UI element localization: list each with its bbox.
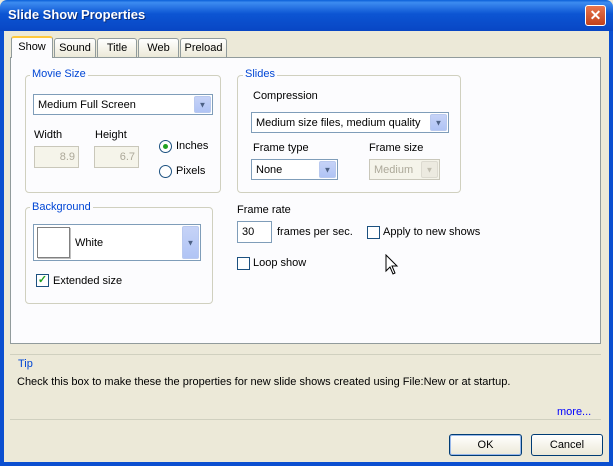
compression-label: Compression — [253, 90, 318, 102]
frame-size-value: Medium — [374, 163, 414, 176]
mouse-cursor-icon — [385, 254, 399, 275]
close-icon: ✕ — [589, 7, 602, 23]
pixels-radio[interactable] — [159, 165, 172, 178]
loop-show-checkbox[interactable] — [237, 257, 250, 270]
background-color-select[interactable]: White ▼ — [33, 224, 201, 261]
color-swatch — [37, 227, 70, 258]
frame-rate-unit: frames per sec. — [277, 226, 353, 238]
tip-legend: Tip — [16, 358, 35, 370]
background-color-value: White — [75, 237, 104, 249]
tab-label: Preload — [184, 42, 223, 54]
tab-label: Sound — [59, 42, 91, 54]
compression-select[interactable]: Medium size files, medium quality ▼ — [251, 112, 449, 133]
compression-value: Medium size files, medium quality — [256, 116, 421, 129]
slides-legend: Slides — [243, 68, 277, 80]
tab-sound[interactable]: Sound — [54, 38, 96, 57]
close-button[interactable]: ✕ — [585, 5, 606, 26]
height-field[interactable]: 6.7 — [94, 146, 139, 168]
tab-web[interactable]: Web — [138, 38, 179, 57]
frame-rate-field[interactable]: 30 — [237, 221, 272, 243]
chevron-down-icon[interactable]: ▼ — [319, 161, 336, 178]
check-icon: ✓ — [37, 274, 48, 286]
width-label: Width — [34, 129, 63, 141]
cancel-button[interactable]: Cancel — [531, 434, 603, 456]
frame-type-select[interactable]: None ▼ — [251, 159, 338, 180]
frame-size-label: Frame size — [369, 142, 424, 154]
tab-title[interactable]: Title — [97, 38, 137, 57]
radio-selected-dot — [163, 144, 168, 149]
chevron-down-icon[interactable]: ▼ — [194, 96, 211, 113]
apply-to-new-shows-checkbox[interactable] — [367, 226, 380, 239]
width-field[interactable]: 8.9 — [34, 146, 79, 168]
inches-label: Inches — [176, 140, 209, 152]
movie-size-value: Medium Full Screen — [38, 98, 136, 111]
window-title: Slide Show Properties — [8, 7, 146, 22]
frame-rate-label: Frame rate — [237, 204, 291, 216]
chevron-down-icon[interactable]: ▼ — [430, 114, 447, 131]
tip-text: Check this box to make these the propert… — [17, 376, 511, 388]
chevron-down-icon[interactable]: ▼ — [182, 226, 199, 259]
tab-label: Web — [147, 42, 170, 54]
ok-button[interactable]: OK — [449, 434, 522, 456]
pixels-label: Pixels — [176, 165, 206, 177]
apply-to-new-shows-label: Apply to new shows — [383, 226, 481, 238]
tab-preload[interactable]: Preload — [180, 38, 227, 57]
tab-show[interactable]: Show — [11, 36, 53, 58]
frame-size-select[interactable]: Medium ▼ — [369, 159, 440, 180]
more-link[interactable]: more... — [557, 406, 591, 418]
tab-label: Title — [106, 42, 128, 54]
tab-label: Show — [18, 41, 46, 53]
extended-size-checkbox[interactable]: ✓ — [36, 274, 49, 287]
background-legend: Background — [30, 201, 93, 213]
frame-type-value: None — [256, 163, 283, 176]
inches-radio[interactable] — [159, 140, 172, 153]
chevron-down-icon[interactable]: ▼ — [421, 161, 438, 178]
extended-size-label: Extended size — [53, 275, 123, 287]
frame-type-label: Frame type — [253, 142, 309, 154]
height-label: Height — [95, 129, 127, 141]
loop-show-label: Loop show — [253, 257, 307, 269]
movie-size-select[interactable]: Medium Full Screen ▼ — [33, 94, 213, 115]
movie-size-legend: Movie Size — [30, 68, 88, 80]
